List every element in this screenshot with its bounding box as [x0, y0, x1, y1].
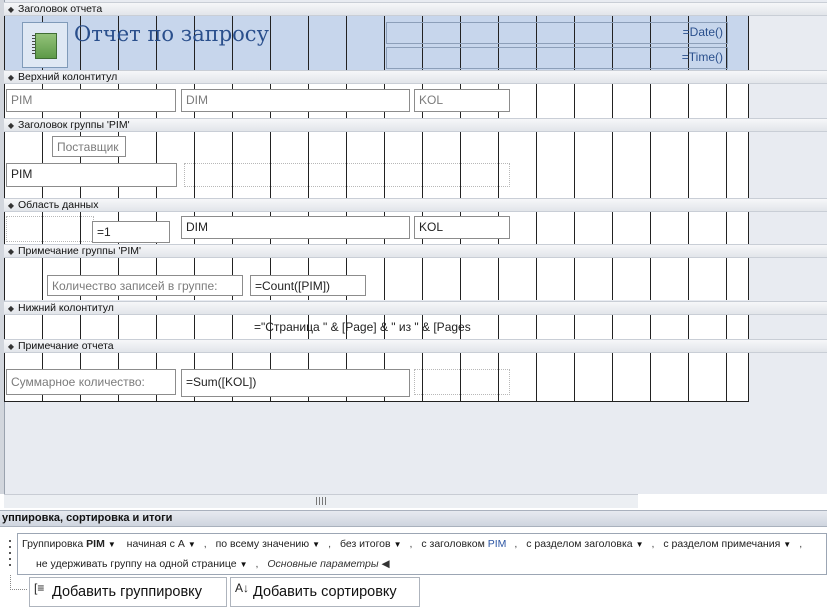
- footer-section-selector[interactable]: с разделом примечания ▼: [663, 538, 791, 550]
- collapse-left-icon: ◀: [381, 558, 390, 570]
- add-group-label: Добавить группировку: [52, 584, 202, 600]
- section-bar-report-footer[interactable]: ◆ Примечание отчета: [4, 339, 827, 353]
- dropdown-arrow-icon[interactable]: ▼: [108, 540, 116, 549]
- dropdown-arrow-icon[interactable]: ▼: [188, 540, 196, 549]
- add-group-button[interactable]: [≡ Добавить группировку: [29, 577, 227, 607]
- section-bar-group-footer[interactable]: ◆ Примечание группы 'PIM': [4, 244, 827, 258]
- title-selector[interactable]: с заголовком PIM: [421, 538, 506, 550]
- report-logo[interactable]: [22, 22, 68, 68]
- record-count-label[interactable]: Количество записей в группе:: [47, 275, 243, 296]
- report-design-surface[interactable]: ◆ Заголовок отчета Отчет по запросу =Date…: [0, 0, 827, 494]
- add-sort-label: Добавить сортировку: [253, 584, 397, 600]
- kol-field-textbox[interactable]: KOL: [414, 216, 510, 239]
- section-title: Нижний колонтитул: [18, 302, 114, 314]
- horizontal-scrollbar[interactable]: [4, 494, 638, 508]
- group-field: PIM: [86, 538, 105, 550]
- footer-section-value: с разделом примечания: [663, 538, 781, 550]
- totals-value: без итогов: [339, 538, 391, 550]
- sort-az-icon: A↓: [235, 581, 250, 595]
- section-title: Область данных: [18, 199, 99, 211]
- group-footer-section[interactable]: Количество записей в группе: =Count([PIM…: [4, 258, 749, 300]
- title-field-link[interactable]: PIM: [488, 538, 507, 550]
- section-bar-detail[interactable]: ◆ Область данных: [4, 198, 827, 212]
- page-footer-section[interactable]: ="Страница " & [Page] & " из " & [Pages: [4, 315, 749, 339]
- totals-selector[interactable]: без итогов ▼: [340, 538, 402, 550]
- collapse-arrow-icon[interactable]: ◆: [4, 200, 18, 212]
- placeholder-outline: [184, 163, 510, 187]
- grouping-pane-title: уппировка, сортировка и итоги: [0, 510, 827, 527]
- dropdown-arrow-icon[interactable]: ▼: [312, 540, 320, 549]
- page-header-section[interactable]: PIM DIM KOL: [4, 84, 749, 118]
- drag-handle-icon[interactable]: [5, 536, 15, 572]
- section-bar-group-header[interactable]: ◆ Заголовок группы 'PIM': [4, 118, 827, 132]
- group-options-line-2: не удерживать группу на одной странице ▼,…: [36, 558, 398, 570]
- less-options-label: Основные параметры: [267, 558, 379, 570]
- comma: ,: [328, 538, 332, 550]
- dim-field-textbox[interactable]: DIM: [181, 216, 410, 239]
- collapse-arrow-icon[interactable]: ◆: [4, 341, 18, 353]
- add-group-icon: [≡: [34, 581, 45, 595]
- collapse-arrow-icon[interactable]: ◆: [4, 4, 18, 16]
- total-quantity-label[interactable]: Суммарное количество:: [6, 369, 176, 395]
- section-bar-page-footer[interactable]: ◆ Нижний колонтитул: [4, 301, 827, 315]
- dropdown-arrow-icon[interactable]: ▼: [240, 560, 248, 569]
- pim-field-textbox[interactable]: PIM: [6, 163, 177, 187]
- add-sort-button[interactable]: A↓ Добавить сортировку: [230, 577, 420, 607]
- dropdown-arrow-icon[interactable]: ▼: [394, 540, 402, 549]
- row-counter-textbox[interactable]: =1: [92, 221, 170, 243]
- comma: ,: [203, 538, 207, 550]
- report-header-section[interactable]: Отчет по запросу =Date() =Time(): [4, 16, 749, 70]
- count-expression-textbox[interactable]: =Count([PIM]): [250, 275, 366, 296]
- report-footer-section[interactable]: Суммарное количество: =Sum([KOL]): [4, 353, 749, 402]
- comma: ,: [409, 538, 413, 550]
- header-section-selector[interactable]: с разделом заголовка ▼: [526, 538, 643, 550]
- report-title[interactable]: Отчет по запросу: [74, 22, 269, 46]
- section-bar-page-header[interactable]: ◆ Верхний колонтитул: [4, 70, 827, 84]
- title-prefix: с заголовком: [421, 538, 485, 550]
- group-by-selector[interactable]: Группировка PIM ▼: [22, 538, 116, 550]
- keep-together-value: не удерживать группу на одной странице: [36, 558, 237, 570]
- collapse-arrow-icon[interactable]: ◆: [4, 246, 18, 258]
- dropdown-arrow-icon[interactable]: ▼: [783, 540, 791, 549]
- group-on-selector[interactable]: по всему значению ▼: [216, 538, 321, 550]
- collapse-arrow-icon[interactable]: ◆: [4, 120, 18, 132]
- sort-order-selector[interactable]: начиная с А ▼: [127, 538, 196, 550]
- group-by-label: Группировка: [22, 538, 84, 550]
- group-options-line-1: Группировка PIM ▼ начиная с А ▼, по всему …: [22, 538, 808, 550]
- scroll-grip-icon[interactable]: [316, 497, 326, 505]
- comma: ,: [255, 558, 259, 570]
- comma: ,: [799, 538, 803, 550]
- tree-connector: [10, 575, 27, 590]
- keep-together-selector[interactable]: не удерживать группу на одной странице ▼: [36, 558, 248, 570]
- collapse-arrow-icon[interactable]: ◆: [4, 72, 18, 84]
- kol-header-label[interactable]: KOL: [414, 89, 510, 112]
- collapse-arrow-icon[interactable]: ◆: [4, 303, 18, 315]
- date-textbox[interactable]: =Date(): [386, 22, 728, 44]
- sum-expression-textbox[interactable]: =Sum([KOL]): [181, 369, 410, 397]
- section-title: Заголовок группы 'PIM': [18, 119, 130, 131]
- page-number-textbox[interactable]: ="Страница " & [Page] & " из " & [Pages: [252, 317, 496, 337]
- dim-header-label[interactable]: DIM: [181, 89, 410, 112]
- sort-order-value: начиная с А: [126, 538, 185, 550]
- group-level-row[interactable]: Группировка PIM ▼ начиная с А ▼, по всему …: [17, 533, 827, 575]
- dropdown-arrow-icon[interactable]: ▼: [636, 540, 644, 549]
- group-on-value: по всему значению: [215, 538, 310, 550]
- section-bar-report-header[interactable]: ◆ Заголовок отчета: [4, 2, 827, 16]
- less-options-link[interactable]: Основные параметры ◀: [267, 558, 389, 570]
- detail-section[interactable]: =1 DIM KOL: [4, 212, 749, 244]
- section-title: Примечание группы 'PIM': [18, 245, 142, 257]
- logo-cover: [35, 33, 57, 59]
- time-textbox[interactable]: =Time(): [386, 47, 728, 69]
- placeholder-outline: [414, 369, 510, 395]
- section-title: Верхний колонтитул: [18, 71, 118, 83]
- placeholder-outline: [6, 216, 94, 242]
- section-title: Заголовок отчета: [18, 3, 103, 15]
- header-section-value: с разделом заголовка: [526, 538, 633, 550]
- supplier-label[interactable]: Поставщик: [52, 136, 126, 157]
- group-header-section[interactable]: Поставщик PIM: [4, 132, 749, 198]
- section-title: Примечание отчета: [18, 340, 114, 352]
- pim-header-label[interactable]: PIM: [6, 89, 176, 112]
- comma: ,: [651, 538, 655, 550]
- comma: ,: [514, 538, 518, 550]
